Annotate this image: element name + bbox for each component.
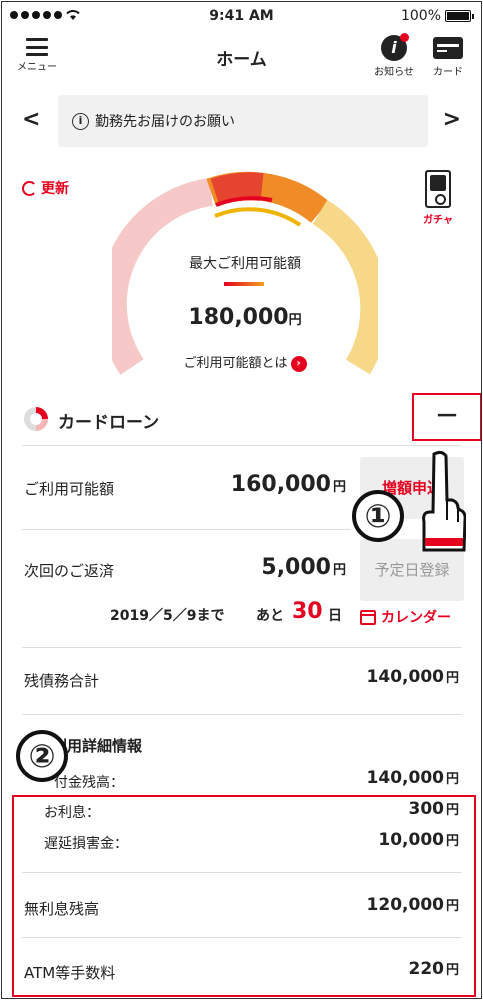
gauge-inner-yellow-arc — [214, 207, 302, 227]
next-payment-amount: 5,000 円 — [261, 555, 346, 580]
gacha-button[interactable]: ガチャ — [418, 170, 458, 226]
refresh-icon — [22, 180, 37, 196]
total-debt-amount: 140,000 円 — [367, 667, 459, 687]
gauge-segment-yellow — [312, 200, 378, 375]
card-loan-title: カードローン — [58, 413, 160, 433]
calendar-button[interactable]: カレンダー — [360, 607, 451, 627]
balance-label: 付金残高： — [54, 775, 124, 791]
currency-unit: 円 — [445, 671, 459, 686]
next-arrow-icon[interactable]: > — [443, 107, 461, 132]
due-suffix: 日 — [328, 608, 342, 624]
prev-arrow-icon[interactable]: < — [22, 107, 40, 132]
divider — [22, 445, 461, 446]
total-debt-value: 140,000 — [366, 667, 444, 687]
chevron-right-icon: › — [290, 355, 307, 372]
balance-value: 140,000 — [366, 768, 444, 788]
next-payment-value: 5,000 — [261, 555, 331, 580]
info-icon: i — [72, 112, 89, 130]
max-available-value: 180,000 — [188, 305, 289, 330]
due-days: 30 — [292, 599, 323, 624]
app-screen: 9:41 AM 100% メニュー ホーム i お知らせ カード < i 勤務先… — [1, 1, 482, 999]
balance-amount: 140,000 円 — [367, 768, 459, 788]
pointing-hand-icon — [422, 450, 466, 552]
currency-unit: 円 — [288, 313, 302, 328]
due-date: 2019／5／9まで — [110, 608, 225, 624]
app-header: メニュー ホーム i お知らせ カード — [2, 32, 481, 87]
calendar-label: カレンダー — [381, 610, 451, 626]
divider — [22, 529, 351, 530]
highlight-box — [12, 795, 476, 997]
gauge-segment-red — [210, 172, 264, 206]
divider — [22, 647, 461, 648]
collapse-button[interactable]: － — [412, 393, 481, 441]
divider — [22, 714, 461, 715]
gacha-label: ガチャ — [423, 215, 453, 226]
card-loan-header: カードローン － — [2, 393, 481, 443]
gauge-segment-pink — [112, 178, 214, 375]
battery-icon — [445, 10, 474, 22]
next-payment-label: 次回のご返済 — [24, 562, 115, 580]
available-amount-help-link[interactable]: ご利用可能額とは › — [112, 352, 378, 372]
banner-text: 勤務先お届けのお願い — [95, 114, 235, 130]
status-bar: 9:41 AM 100% — [2, 2, 481, 32]
card-loan-icon — [24, 407, 48, 431]
currency-unit: 円 — [332, 563, 346, 578]
gacha-machine-icon — [425, 170, 451, 208]
notifications-button[interactable]: i お知らせ — [372, 33, 416, 78]
info-notification-icon: i — [381, 33, 409, 61]
banner-carousel: < i 勤務先お届けのお願い > — [2, 95, 481, 147]
card-label: カード — [433, 67, 463, 78]
due-prefix: あと — [256, 608, 284, 624]
calendar-icon — [360, 609, 376, 625]
available-amount: 160,000 円 — [231, 472, 346, 497]
announcement-banner[interactable]: i 勤務先お届けのお願い — [58, 95, 428, 147]
card-icon — [433, 37, 463, 59]
refresh-button[interactable]: 更新 — [22, 178, 69, 198]
step-1-marker: ① — [352, 490, 404, 542]
card-button[interactable]: カード — [426, 35, 470, 78]
credit-gauge — [112, 171, 378, 375]
currency-unit: 円 — [332, 480, 346, 495]
notifications-label: お知らせ — [374, 67, 414, 78]
max-available-amount: 180,000円 — [112, 305, 378, 330]
help-link-text: ご利用可能額とは — [183, 356, 288, 371]
refresh-label: 更新 — [41, 181, 69, 197]
total-debt-label: 残債務合計 — [24, 672, 100, 690]
available-label: ご利用可能額 — [24, 480, 115, 498]
currency-unit: 円 — [445, 772, 459, 787]
battery-percent: 100% — [400, 8, 441, 24]
gauge-label-bar — [224, 282, 264, 286]
available-value: 160,000 — [230, 472, 331, 497]
max-available-label: 最大ご利用可能額 — [189, 256, 301, 272]
